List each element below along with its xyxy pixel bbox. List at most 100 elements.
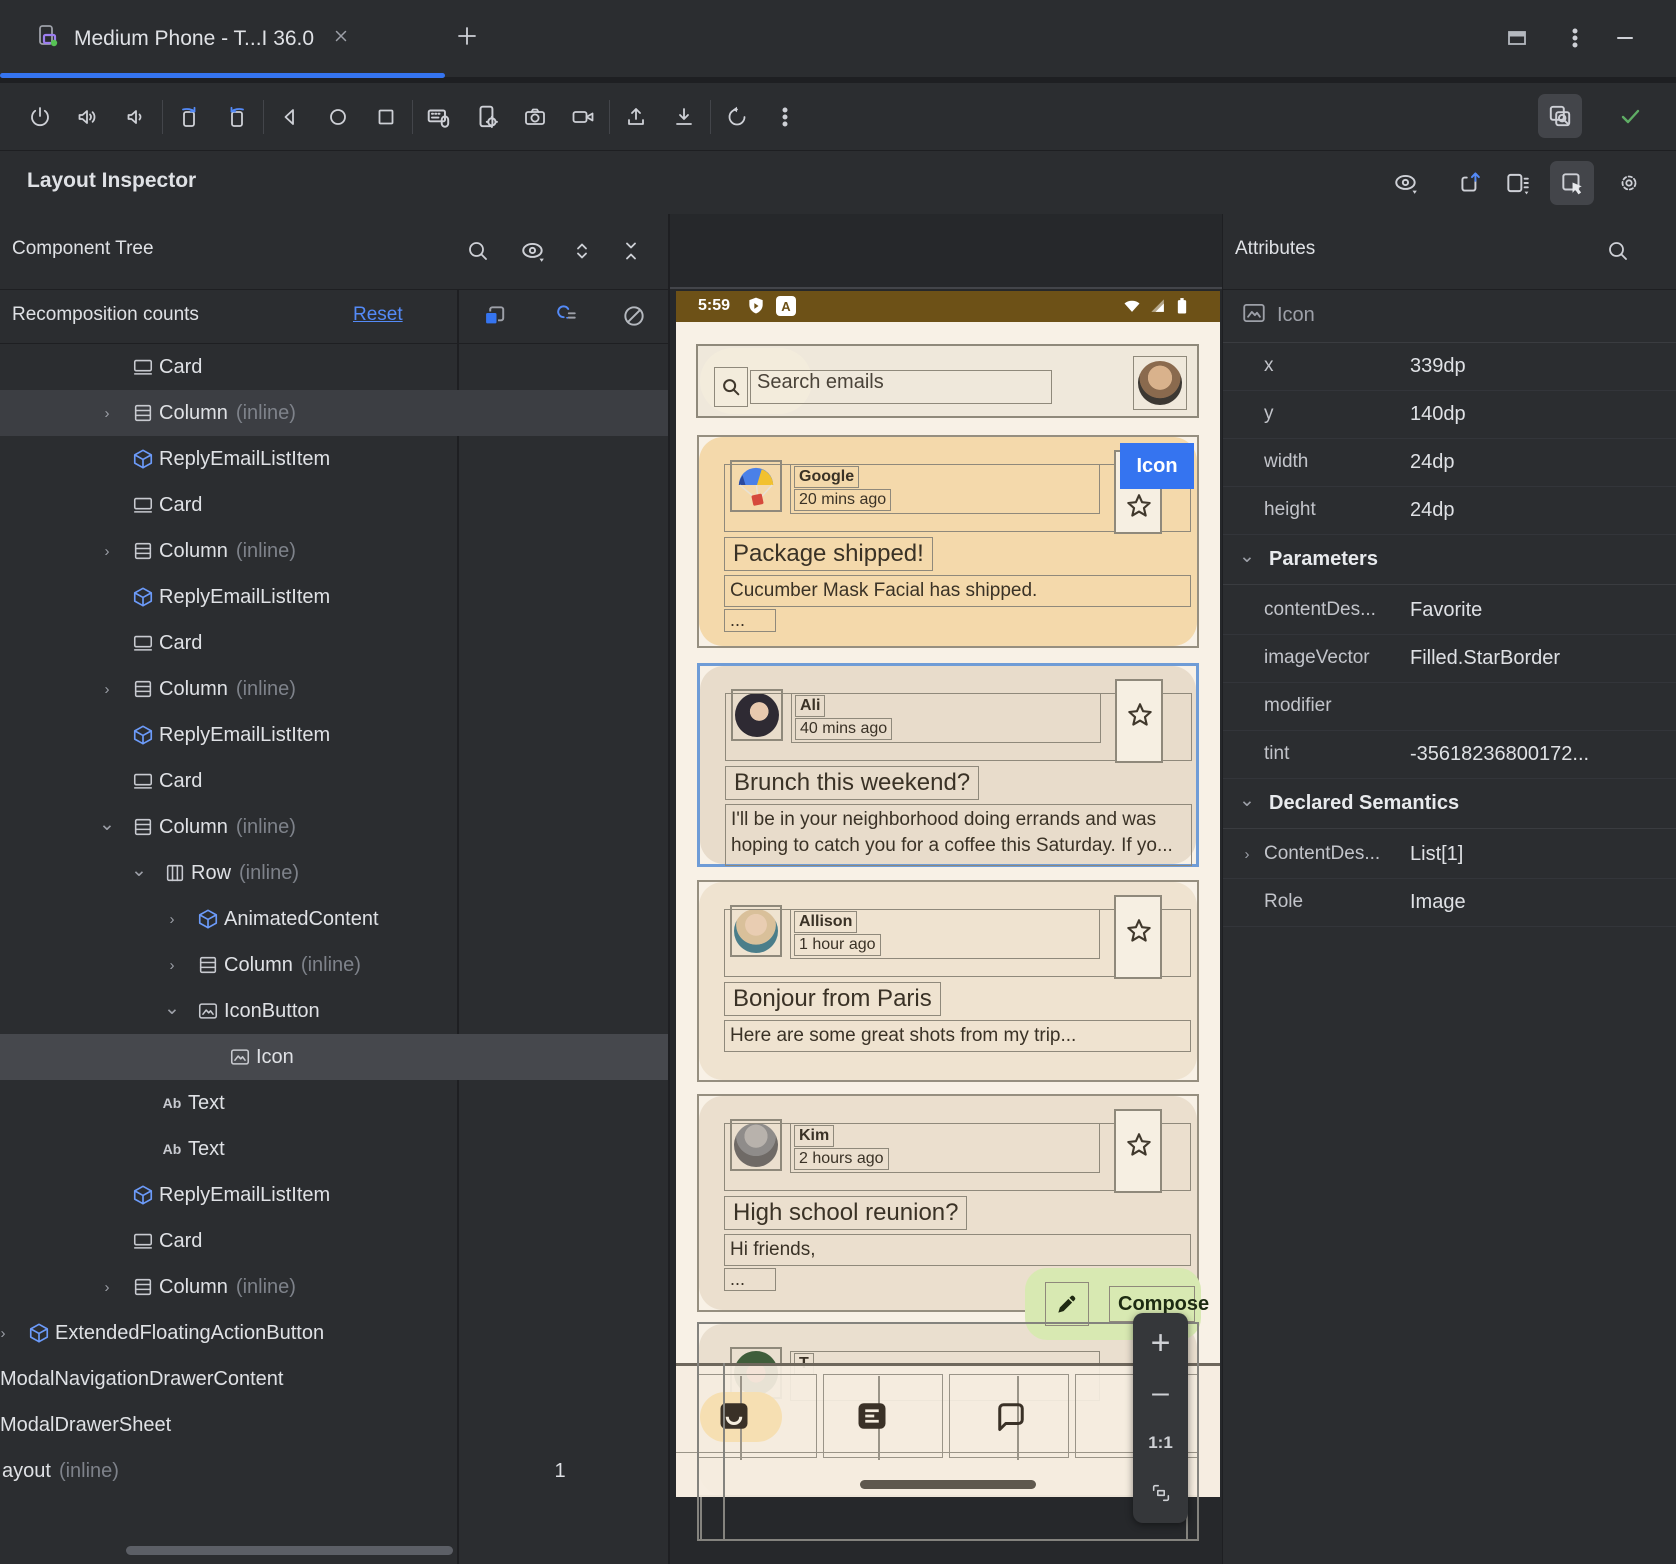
tree-row-card[interactable]: Card (0, 758, 668, 804)
tab-medium-phone[interactable]: Medium Phone - T...I 36.0 (0, 0, 445, 77)
tree-row-ayout[interactable]: ayout(inline)1 (0, 1448, 668, 1494)
tree-row-card[interactable]: Card (0, 1218, 668, 1264)
attributes-section-parameters[interactable]: ⌄Parameters (1223, 534, 1676, 585)
tree-search-icon[interactable] (456, 229, 500, 273)
volume-down-button[interactable] (114, 95, 158, 139)
chevron-right-icon[interactable]: › (97, 681, 117, 698)
overview-button[interactable] (364, 95, 408, 139)
tree-row-row[interactable]: ⌄Row(inline) (0, 850, 668, 896)
layer-spacing-icon[interactable] (1495, 161, 1539, 205)
tree-row-column[interactable]: ›Column(inline) (0, 942, 668, 988)
recomposition-highlight-icon[interactable] (543, 294, 587, 338)
apply-check-icon[interactable] (1608, 94, 1652, 138)
tree-row-modaldrawersheet[interactable]: ModalDrawerSheet (0, 1402, 668, 1448)
favorite-button[interactable] (1114, 895, 1162, 979)
nav-articles-icon[interactable] (854, 1398, 890, 1439)
input-controls-button[interactable] (417, 95, 461, 139)
toolbar-overflow-menu[interactable] (763, 95, 807, 139)
email-card-allison[interactable]: Allison1 hour agoBonjour from ParisHere … (697, 880, 1199, 1082)
collapse-all-icon[interactable] (609, 229, 653, 273)
tree-row-icon[interactable]: Icon (0, 1034, 668, 1080)
volume-up-button[interactable] (66, 95, 110, 139)
tree-row-column[interactable]: ›Column(inline) (0, 528, 668, 574)
tree-row-modalnavigationdrawercontent[interactable]: ModalNavigationDrawerContent (0, 1356, 668, 1402)
home-button[interactable] (316, 95, 360, 139)
zoom-out-button[interactable]: – (1141, 1373, 1181, 1413)
restart-button[interactable] (715, 95, 759, 139)
expand-all-icon[interactable] (560, 229, 604, 273)
select-component-tool[interactable] (1550, 161, 1594, 205)
search-bar[interactable]: Search emails (696, 344, 1199, 418)
reset-counts-link[interactable]: Reset (353, 304, 403, 326)
favorite-button[interactable] (1115, 679, 1163, 763)
tree-row-extendedfloatingactionbutton[interactable]: ›ExtendedFloatingActionButton (0, 1310, 668, 1356)
search-icon[interactable] (714, 367, 748, 407)
tree-row-replyemaillistitem[interactable]: ReplyEmailListItem (0, 1172, 668, 1218)
chevron-right-icon[interactable]: › (1237, 846, 1257, 863)
rotate-left-button[interactable] (167, 95, 211, 139)
zoom-fit-button[interactable] (1141, 1473, 1181, 1513)
copy-counts-icon[interactable] (472, 294, 516, 338)
email-card-ali[interactable]: Ali40 mins agoBrunch this weekend?I'll b… (697, 663, 1199, 867)
tree-row-replyemaillistitem[interactable]: ReplyEmailListItem (0, 574, 668, 620)
attributes-section-declared-semantics[interactable]: ⌄Declared Semantics (1223, 778, 1676, 829)
zoom-in-button[interactable]: + (1141, 1323, 1181, 1363)
rotate-right-button[interactable] (215, 95, 259, 139)
zoom-ratio-button[interactable]: 1:1 (1141, 1423, 1181, 1463)
tree-row-replyemaillistitem[interactable]: ReplyEmailListItem (0, 712, 668, 758)
tree-row-card[interactable]: Card (0, 620, 668, 666)
tree-row-column[interactable]: ›Column(inline) (0, 1264, 668, 1310)
new-tab-button[interactable] (455, 24, 479, 53)
settings-gear-icon[interactable] (1607, 161, 1651, 205)
export-snapshot-icon[interactable] (1448, 161, 1492, 205)
tree-horizontal-scrollbar[interactable] (126, 1546, 453, 1555)
chevron-down-icon[interactable]: ⌄ (97, 813, 117, 836)
chevron-down-icon[interactable]: ⌄ (1237, 545, 1257, 568)
record-screen-button[interactable] (561, 95, 605, 139)
power-button[interactable] (18, 95, 62, 139)
attribute-row-contentdes-[interactable]: ›ContentDes...List[1] (1223, 830, 1676, 879)
nav-chat-icon[interactable] (993, 1398, 1029, 1439)
view-options-icon[interactable] (1384, 161, 1428, 205)
upload-button[interactable] (614, 95, 658, 139)
attributes-search-icon[interactable] (1596, 229, 1640, 273)
tree-row-column[interactable]: ›Column(inline) (0, 666, 668, 712)
profile-avatar[interactable] (1133, 356, 1187, 410)
chevron-down-icon[interactable]: ⌄ (162, 997, 182, 1020)
star-border-icon (1124, 700, 1156, 737)
tree-row-label: Row (191, 862, 231, 885)
tree-row-card[interactable]: Card (0, 482, 668, 528)
chevron-down-icon[interactable]: ⌄ (1237, 789, 1257, 812)
chevron-right-icon[interactable]: › (162, 911, 182, 928)
tree-row-text[interactable]: AbText (0, 1080, 668, 1126)
screenshot-button[interactable] (513, 95, 557, 139)
tree-row-animatedcontent[interactable]: ›AnimatedContent (0, 896, 668, 942)
attribute-value: Favorite (1410, 599, 1482, 622)
tree-row-card[interactable]: Card (0, 344, 668, 390)
back-button[interactable] (268, 95, 312, 139)
download-button[interactable] (662, 95, 706, 139)
chevron-right-icon[interactable]: › (162, 957, 182, 974)
chevron-right-icon[interactable]: › (97, 405, 117, 422)
nav-inbox-icon[interactable] (716, 1398, 752, 1439)
favorite-button[interactable] (1114, 1109, 1162, 1193)
window-layout-icon[interactable] (1505, 26, 1529, 55)
tree-row-column[interactable]: ⌄Column(inline) (0, 804, 668, 850)
chevron-right-icon[interactable]: › (97, 543, 117, 560)
tree-row-iconbutton[interactable]: ⌄IconButton (0, 988, 668, 1034)
search-input[interactable]: Search emails (750, 370, 1052, 404)
tree-row-text[interactable]: AbText (0, 1126, 668, 1172)
disable-counts-icon[interactable] (612, 294, 656, 338)
layout-inspector-toggle-button[interactable] (1538, 94, 1582, 138)
tree-visibility-icon[interactable] (511, 229, 555, 273)
device-settings-button[interactable] (465, 95, 509, 139)
chevron-down-icon[interactable]: ⌄ (129, 859, 149, 882)
chevron-right-icon[interactable]: › (97, 1279, 117, 1296)
tab-close-icon[interactable] (332, 27, 350, 50)
chevron-right-icon[interactable]: › (0, 1325, 13, 1342)
tree-row-column[interactable]: ›Column(inline) (0, 390, 668, 436)
tree-row-replyemaillistitem[interactable]: ReplyEmailListItem (0, 436, 668, 482)
window-minimize-icon[interactable] (1613, 26, 1637, 55)
window-menu-icon[interactable] (1563, 26, 1587, 55)
card-icon (131, 493, 155, 517)
